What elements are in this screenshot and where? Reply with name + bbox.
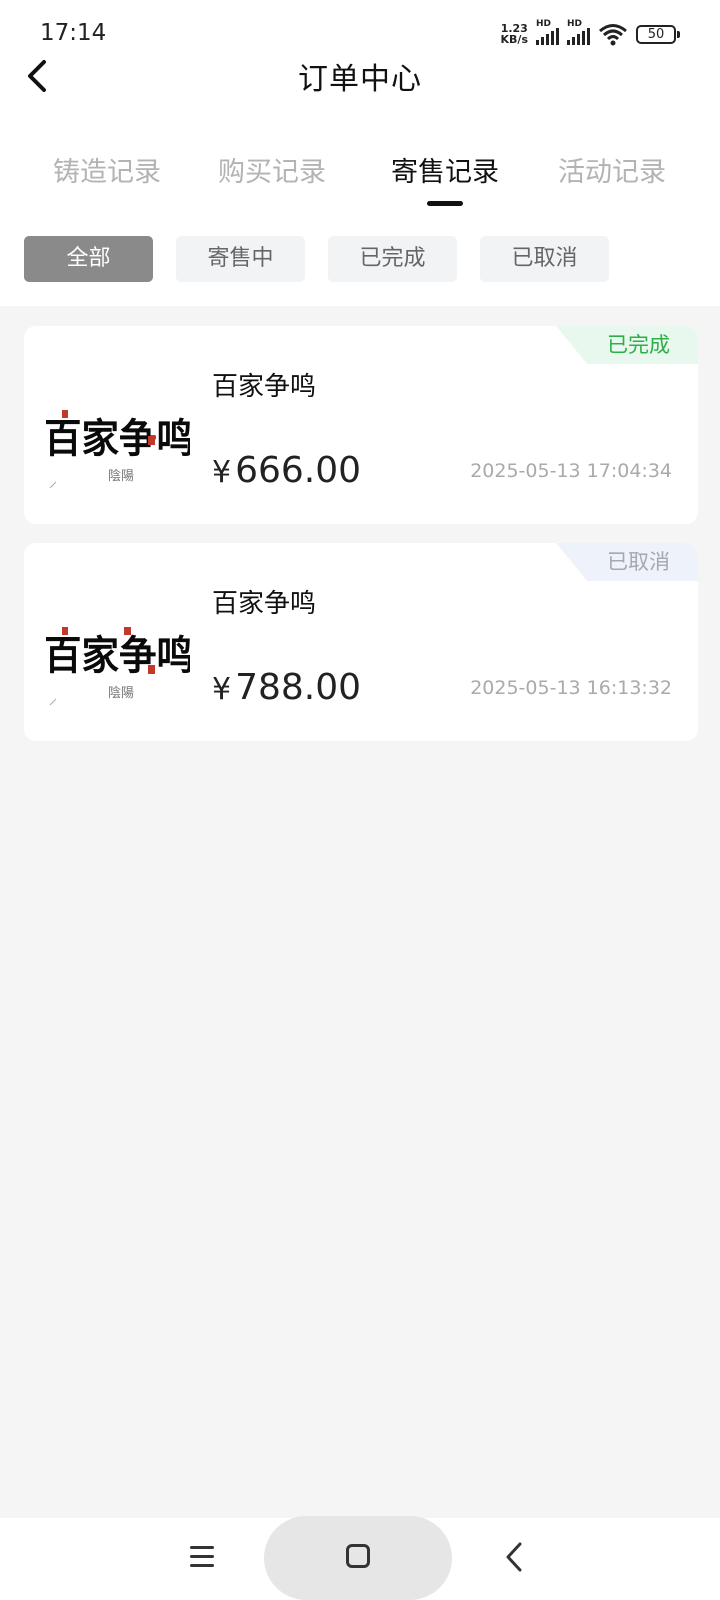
- menu-button[interactable]: [178, 1532, 228, 1582]
- tab-activity-records[interactable]: 活动记录: [537, 150, 687, 189]
- battery-icon: 50: [636, 24, 680, 44]
- page-title: 订单中心: [298, 62, 422, 97]
- filter-consigning[interactable]: 寄售中: [176, 236, 305, 282]
- signal-icon: HD: [536, 19, 559, 45]
- svg-text:陰陽: 陰陽: [108, 469, 134, 484]
- tab-purchase-records[interactable]: 购买记录: [197, 150, 347, 189]
- status-icons: 1.23 KB/s HD HD 50: [500, 19, 680, 48]
- item-price: ¥788.00: [212, 667, 362, 708]
- filter-completed[interactable]: 已完成: [328, 236, 457, 282]
- back-chevron-icon: [506, 1542, 522, 1572]
- status-time: 17:14: [40, 20, 107, 46]
- active-tab-indicator: [427, 201, 463, 206]
- item-price: ¥666.00: [212, 450, 362, 491]
- artwork-thumbnail: 百家争鸣 陰陽: [44, 565, 194, 719]
- item-name: 百家争鸣: [212, 589, 317, 619]
- wifi-icon: [599, 24, 627, 46]
- tab-mint-records[interactable]: 铸造记录: [32, 150, 182, 189]
- network-speed: 1.23 KB/s: [500, 22, 528, 46]
- tab-bar: 铸造记录 购买记录 寄售记录 活动记录: [0, 150, 720, 206]
- filter-all[interactable]: 全部: [24, 236, 153, 282]
- order-time: 2025-05-13 17:04:34: [470, 460, 672, 482]
- item-name: 百家争鸣: [212, 372, 317, 402]
- status-badge: 已取消: [556, 543, 698, 581]
- artwork-thumbnail: 百家争鸣 陰陽: [44, 348, 194, 502]
- svg-text:百家争鸣: 百家争鸣: [46, 632, 190, 679]
- svg-text:百家争鸣: 百家争鸣: [46, 415, 190, 462]
- order-time: 2025-05-13 16:13:32: [470, 677, 672, 699]
- status-badge: 已完成: [556, 326, 698, 364]
- menu-icon: [190, 1546, 214, 1567]
- system-back-button[interactable]: [492, 1532, 542, 1582]
- svg-text:陰陽: 陰陽: [108, 686, 134, 701]
- signal-icon-2: HD: [567, 19, 590, 45]
- home-button[interactable]: [264, 1516, 452, 1600]
- filter-cancelled[interactable]: 已取消: [480, 236, 609, 282]
- tab-consignment-records[interactable]: 寄售记录: [370, 150, 520, 189]
- order-card[interactable]: 百家争鸣 陰陽 百家争鸣 ¥788.00 2025-05-13 16:13:32…: [24, 543, 698, 741]
- home-square-icon: [346, 1544, 370, 1568]
- calligraphy-image: 百家争鸣 陰陽: [44, 348, 194, 502]
- status-bar: 17:14 1.23 KB/s HD HD 50: [0, 0, 720, 60]
- calligraphy-image: 百家争鸣 陰陽: [44, 565, 194, 719]
- order-card[interactable]: 百家争鸣 陰陽 百家争鸣 ¥666.00 2025-05-13 17:04:34…: [24, 326, 698, 524]
- system-nav-bar: [0, 1516, 720, 1600]
